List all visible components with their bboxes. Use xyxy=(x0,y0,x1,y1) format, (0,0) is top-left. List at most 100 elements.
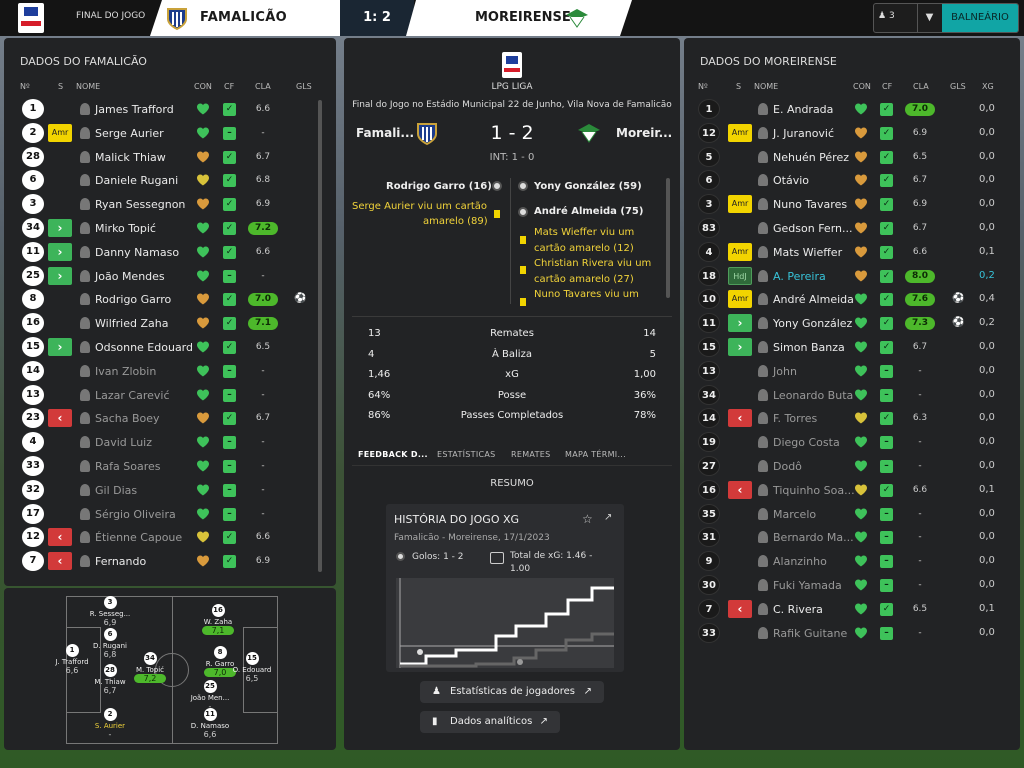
player-name[interactable]: E. Andrada xyxy=(773,103,833,116)
player-name[interactable]: Rodrigo Garro xyxy=(95,293,171,306)
col-status[interactable]: S xyxy=(736,82,741,91)
table-row[interactable]: 6 Otávio ✓ 6.7 0,0 xyxy=(684,169,1014,192)
player-name[interactable]: Odsonne Edouard xyxy=(95,341,193,354)
player-name[interactable]: John xyxy=(773,365,797,378)
analytics-button[interactable]: ▮ Dados analíticos ↗ xyxy=(420,711,560,733)
table-row[interactable]: 13 John – - 0,0 xyxy=(684,360,1014,383)
table-row[interactable]: 11 › Danny Namaso ✓ 6.6 xyxy=(4,241,334,264)
col-goals[interactable]: GLS xyxy=(296,82,312,91)
table-row[interactable]: 16 Wilfried Zaha ✓ 7.1 xyxy=(4,312,334,335)
player-name[interactable]: Otávio xyxy=(773,174,809,187)
table-row[interactable]: 34 › Mirko Topić ✓ 7.2 xyxy=(4,217,334,240)
player-stats-button[interactable]: ♟ Estatísticas de jogadores ↗ xyxy=(420,681,604,703)
player-name[interactable]: Sérgio Oliveira xyxy=(95,508,176,521)
table-row[interactable]: 25 › João Mendes – - xyxy=(4,265,334,288)
chevron-down-icon[interactable]: ▼ xyxy=(917,4,941,32)
formation-player[interactable]: 25 João Men... - xyxy=(180,680,240,711)
player-name[interactable]: Fernando xyxy=(95,555,146,568)
col-fitness[interactable]: CF xyxy=(224,82,234,91)
formation-player[interactable]: 16 W. Zaha 7,1 xyxy=(188,604,248,635)
col-name[interactable]: NOME xyxy=(754,82,778,91)
player-name[interactable]: Bernardo Ma... xyxy=(773,531,854,544)
player-name[interactable]: Ivan Zlobin xyxy=(95,365,156,378)
player-name[interactable]: Dodô xyxy=(773,460,802,473)
table-row[interactable]: 8 Rodrigo Garro ✓ 7.0 ⚽ xyxy=(4,288,334,311)
dressing-room-button[interactable]: BALNEÁRIO xyxy=(942,4,1018,32)
player-name[interactable]: Serge Aurier xyxy=(95,127,164,140)
tab-heatmap[interactable]: MAPA TÉRMI... xyxy=(565,450,626,459)
player-name[interactable]: A. Pereira xyxy=(773,270,826,283)
table-row[interactable]: 3 Amr Nuno Tavares ✓ 6.9 0,0 xyxy=(684,193,1014,216)
table-row[interactable]: 4 Amr Mats Wieffer ✓ 6.6 0,1 xyxy=(684,241,1014,264)
users-count[interactable]: ♟ 3 xyxy=(878,11,895,21)
expand-icon[interactable]: ↗ xyxy=(604,512,612,523)
player-name[interactable]: Marcelo xyxy=(773,508,816,521)
table-row[interactable]: 19 Diego Costa – - 0,0 xyxy=(684,431,1014,454)
formation-player[interactable]: 15 O. Edouard 6,5 xyxy=(222,652,282,683)
player-name[interactable]: Leonardo Buta xyxy=(773,389,853,402)
player-name[interactable]: Simon Banza xyxy=(773,341,845,354)
table-row[interactable]: 7 ‹ Fernando ✓ 6.9 xyxy=(4,550,334,573)
player-name[interactable]: Gedson Fern... xyxy=(773,222,853,235)
events-scrollbar[interactable] xyxy=(666,178,670,298)
player-name[interactable]: James Trafford xyxy=(95,103,174,116)
formation-player[interactable]: 3 R. Sesseg... 6,9 xyxy=(80,596,140,627)
player-name[interactable]: Rafa Soares xyxy=(95,460,160,473)
table-row[interactable]: 32 Gil Dias – - xyxy=(4,479,334,502)
player-name[interactable]: Fuki Yamada xyxy=(773,579,842,592)
tab-feedback[interactable]: FEEDBACK D... xyxy=(358,450,428,459)
player-name[interactable]: Alanzinho xyxy=(773,555,827,568)
col-condition[interactable]: CON xyxy=(853,82,871,91)
player-name[interactable]: Nuno Tavares xyxy=(773,198,847,211)
player-name[interactable]: Daniele Rugani xyxy=(95,174,178,187)
col-rating[interactable]: CLA xyxy=(913,82,929,91)
table-row[interactable]: 6 Daniele Rugani ✓ 6.8 xyxy=(4,169,334,192)
player-name[interactable]: Wilfried Zaha xyxy=(95,317,168,330)
table-row[interactable]: 4 David Luiz – - xyxy=(4,431,334,454)
player-name[interactable]: Rafik Guitane xyxy=(773,627,847,640)
away-team-short[interactable]: Moreir... xyxy=(616,126,672,140)
table-row[interactable]: 27 Dodô – - 0,0 xyxy=(684,455,1014,478)
player-name[interactable]: Danny Namaso xyxy=(95,246,179,259)
table-row[interactable]: 14 Ivan Zlobin – - xyxy=(4,360,334,383)
table-row[interactable]: 12 ‹ Étienne Capoue ✓ 6.6 xyxy=(4,526,334,549)
player-name[interactable]: Malick Thiaw xyxy=(95,151,166,164)
col-name[interactable]: NOME xyxy=(76,82,100,91)
table-row[interactable]: 23 ‹ Sacha Boey ✓ 6.7 xyxy=(4,407,334,430)
col-num[interactable]: Nº xyxy=(20,82,30,91)
player-name[interactable]: João Mendes xyxy=(95,270,165,283)
table-row[interactable]: 14 ‹ F. Torres ✓ 6.3 0,0 xyxy=(684,407,1014,430)
star-icon[interactable]: ☆ xyxy=(582,512,593,526)
col-num[interactable]: Nº xyxy=(698,82,708,91)
player-name[interactable]: Diego Costa xyxy=(773,436,840,449)
table-row[interactable]: 18 HdJ A. Pereira ✓ 8.0 0,2 xyxy=(684,265,1014,288)
table-row[interactable]: 10 Amr André Almeida ✓ 7.6 ⚽ 0,4 xyxy=(684,288,1014,311)
scrollbar[interactable] xyxy=(318,100,322,572)
table-row[interactable]: 1 E. Andrada ✓ 7.0 0,0 xyxy=(684,98,1014,121)
col-status[interactable]: S xyxy=(58,82,63,91)
table-row[interactable]: 31 Bernardo Ma... – - 0,0 xyxy=(684,526,1014,549)
col-condition[interactable]: CON xyxy=(194,82,212,91)
xg-story-card[interactable]: HISTÓRIA DO JOGO XG ☆ ↗ Famalicão - More… xyxy=(386,504,624,672)
player-name[interactable]: Ryan Sessegnon xyxy=(95,198,185,211)
table-row[interactable]: 35 Marcelo – - 0,0 xyxy=(684,503,1014,526)
player-name[interactable]: Mats Wieffer xyxy=(773,246,842,259)
col-goals[interactable]: GLS xyxy=(950,82,966,91)
table-row[interactable]: 12 Amr J. Juranović ✓ 6.9 0,0 xyxy=(684,122,1014,145)
player-name[interactable]: F. Torres xyxy=(773,412,817,425)
table-row[interactable]: 2 Amr Serge Aurier – - xyxy=(4,122,334,145)
col-rating[interactable]: CLA xyxy=(255,82,271,91)
col-fitness[interactable]: CF xyxy=(882,82,892,91)
table-row[interactable]: 13 Lazar Carević – - xyxy=(4,384,334,407)
player-name[interactable]: Étienne Capoue xyxy=(95,531,182,544)
player-name[interactable]: C. Rivera xyxy=(773,603,823,616)
table-row[interactable]: 83 Gedson Fern... ✓ 6.7 0,0 xyxy=(684,217,1014,240)
table-row[interactable]: 1 James Trafford ✓ 6.6 xyxy=(4,98,334,121)
tab-statistics[interactable]: ESTATÍSTICAS xyxy=(437,450,496,459)
table-row[interactable]: 16 ‹ Tiquinho Soa... ✓ 6.6 0,1 xyxy=(684,479,1014,502)
player-name[interactable]: J. Juranović xyxy=(773,127,834,140)
table-row[interactable]: 28 Malick Thiaw ✓ 6.7 xyxy=(4,146,334,169)
table-row[interactable]: 7 ‹ C. Rivera ✓ 6.5 0,1 xyxy=(684,598,1014,621)
table-row[interactable]: 5 Nehuén Pérez ✓ 6.5 0,0 xyxy=(684,146,1014,169)
table-row[interactable]: 33 Rafa Soares – - xyxy=(4,455,334,478)
